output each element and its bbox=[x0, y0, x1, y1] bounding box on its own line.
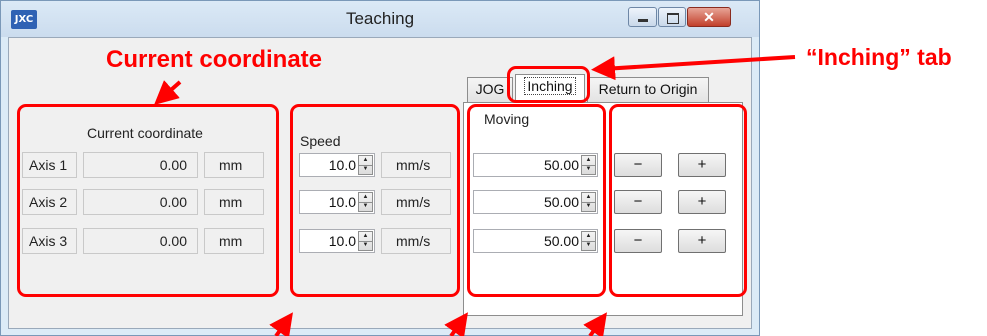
arrow-to-speed bbox=[269, 312, 293, 336]
arrow-to-moving bbox=[444, 312, 468, 336]
annotation-arrows bbox=[154, 55, 796, 336]
arrow-to-buttons bbox=[583, 312, 607, 336]
arrow-to-coordinate bbox=[154, 80, 182, 105]
arrow-to-inching-tab bbox=[591, 55, 796, 81]
